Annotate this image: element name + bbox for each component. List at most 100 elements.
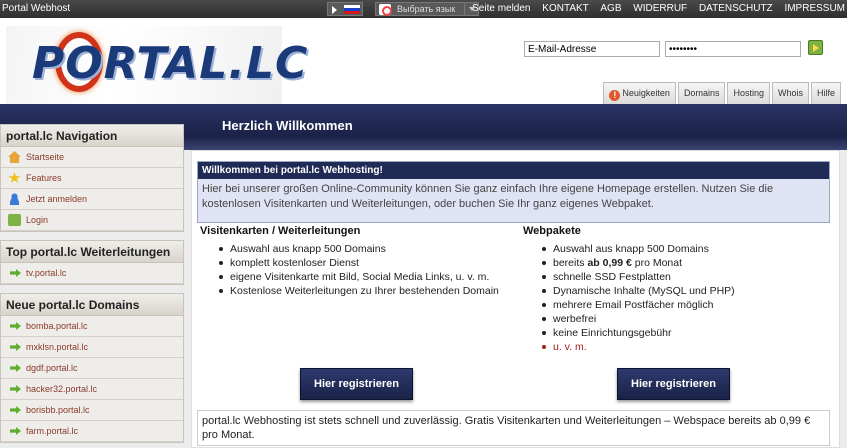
welcome-box-title: Willkommen bei portal.lc Webhosting!	[198, 162, 829, 179]
webpakete-heading: Webpakete	[523, 225, 581, 237]
arrow-right-icon	[10, 364, 21, 372]
webpakete-column: Webpakete Auswahl aus knapp 500 Domains …	[523, 225, 833, 354]
russian-flag-icon	[344, 5, 360, 14]
visitenkarten-column: Visitenkarten / Weiterleitungen Auswahl …	[200, 225, 520, 298]
sidebar: portal.lc Navigation Startseite Features…	[0, 124, 184, 448]
link-seite-melden[interactable]: Seite melden	[472, 3, 530, 14]
welcome-box-text: Hier bei unserer großen Online-Community…	[202, 183, 774, 210]
arrow-right-icon	[10, 322, 21, 330]
list-item-text: Auswahl aus knapp 500 Domains	[553, 243, 709, 255]
sidebar-item-label: Login	[26, 215, 49, 225]
tab-neuigkeiten[interactable]: ! Neuigkeiten	[603, 82, 676, 104]
info-footer-box: portal.lc Webhosting ist stets schnell u…	[197, 410, 830, 446]
forwardings-box: Top portal.lc Weiterleitungen tv.portal.…	[0, 240, 184, 285]
domains-box: Neue portal.lc Domains bomba.portal.lc m…	[0, 293, 184, 443]
list-item: Dynamische Inhalte (MySQL und PHP)	[523, 284, 833, 298]
domain-label: dgdf.portal.lc	[26, 363, 78, 373]
domain-label: farm.portal.lc	[26, 426, 79, 436]
header: PORTAL.LC !Neuigkeiten Domains Hosting W…	[0, 18, 847, 106]
tab-whois[interactable]: Whois	[771, 82, 809, 104]
arrow-right-icon	[10, 269, 21, 277]
list-item-text: werbefrei	[553, 313, 597, 325]
visitenkarten-heading: Visitenkarten / Weiterleitungen	[200, 225, 361, 237]
welcome-box: Willkommen bei portal.lc Webhosting! Hie…	[197, 161, 830, 223]
language-select-label: Выбрать язык	[397, 4, 456, 14]
forwarding-label: tv.portal.lc	[26, 268, 67, 278]
google-translate-icon	[379, 4, 392, 16]
list-item: mehrere Email Postfächer möglich	[523, 298, 833, 312]
domains-box-title: Neue portal.lc Domains	[1, 294, 183, 316]
play-icon	[332, 6, 337, 14]
domain-label: hacker32.portal.lc	[26, 384, 98, 394]
password-field[interactable]	[665, 41, 801, 57]
register-webpaket-button[interactable]: Hier registrieren	[617, 368, 730, 400]
arrow-right-icon	[10, 427, 21, 435]
arrow-right-icon	[10, 385, 21, 393]
list-item: Auswahl aus knapp 500 Domains	[523, 242, 833, 256]
main-tabs: ! Neuigkeiten Domains Hosting Whois Hilfe	[603, 82, 841, 104]
register-visitenkarte-button[interactable]: Hier registrieren	[300, 368, 413, 400]
domain-link[interactable]: dgdf.portal.lc	[1, 358, 183, 379]
login-icon	[8, 214, 21, 226]
arrow-right-icon	[10, 406, 21, 414]
list-item: eigene Visitenkarte mit Bild, Social Med…	[200, 270, 520, 284]
nav-box-title: portal.lc Navigation	[1, 125, 183, 147]
site-logo[interactable]: PORTAL.LC	[6, 26, 307, 106]
domain-link[interactable]: hacker32.portal.lc	[1, 379, 183, 400]
banner-title: Herzlich Willkommen	[222, 118, 353, 133]
forwarding-link[interactable]: tv.portal.lc	[1, 263, 183, 284]
list-item: werbefrei	[523, 312, 833, 326]
list-item-text: schnelle SSD Festplatten	[553, 271, 671, 283]
sidebar-item-jetzt-anmelden[interactable]: Jetzt anmelden	[1, 189, 183, 210]
user-icon	[8, 193, 21, 205]
alert-icon: !	[609, 90, 621, 101]
sidebar-item-startseite[interactable]: Startseite	[1, 147, 183, 168]
link-impressum[interactable]: IMPRESSUM	[784, 3, 845, 14]
list-item: keine Einrichtungsgebühr	[523, 326, 833, 340]
list-item-text: mehrere Email Postfächer möglich	[553, 299, 714, 311]
list-item: schnelle SSD Festplatten	[523, 270, 833, 284]
sidebar-item-label: Jetzt anmelden	[26, 194, 88, 204]
star-icon	[8, 172, 21, 183]
list-item: Kostenlose Weiterleitungen zu Ihrer best…	[200, 284, 520, 298]
webpakete-list: Auswahl aus knapp 500 Domains bereits ab…	[523, 242, 833, 354]
tab-domains[interactable]: Domains	[677, 82, 726, 104]
list-item-text: u. v. m.	[553, 341, 587, 353]
top-bar: Portal Webhost Выбрать язык Seite melden…	[0, 0, 847, 18]
domain-link[interactable]: bomba.portal.lc	[1, 316, 183, 337]
brand-name: Portal Webhost	[2, 3, 71, 14]
domain-label: mxklsn.portal.lc	[26, 342, 89, 352]
link-widerruf[interactable]: WIDERRUF	[633, 3, 687, 14]
top-links: Seite melden KONTAKT AGB WIDERRUF DATENS…	[463, 3, 845, 14]
nav-box: portal.lc Navigation Startseite Features…	[0, 124, 184, 232]
link-datenschutz[interactable]: DATENSCHUTZ	[699, 3, 773, 14]
sidebar-item-label: Features	[26, 173, 62, 183]
tab-hosting[interactable]: Hosting	[727, 82, 770, 104]
tab-hilfe[interactable]: Hilfe	[810, 82, 841, 104]
list-item: Auswahl aus knapp 500 Domains	[200, 242, 520, 256]
language-flag-button[interactable]	[327, 2, 363, 16]
list-item-text: keine Einrichtungsgebühr	[553, 327, 672, 339]
list-item-more: u. v. m.	[523, 340, 833, 354]
email-field[interactable]	[524, 41, 660, 57]
domain-link[interactable]: borisbb.portal.lc	[1, 400, 183, 421]
link-agb[interactable]: AGB	[600, 3, 621, 14]
list-item-text: bereits	[553, 257, 588, 269]
domain-link[interactable]: mxklsn.portal.lc	[1, 337, 183, 358]
forwardings-box-title: Top portal.lc Weiterleitungen	[1, 241, 183, 263]
domain-label: bomba.portal.lc	[26, 321, 88, 331]
login-submit-button[interactable]	[808, 40, 823, 55]
link-kontakt[interactable]: KONTAKT	[542, 3, 588, 14]
list-item-text: Dynamische Inhalte (MySQL und PHP)	[553, 285, 735, 297]
logo-text: PORTAL.LC	[32, 38, 309, 89]
sidebar-item-login[interactable]: Login	[1, 210, 183, 231]
main-content: Willkommen bei portal.lc Webhosting! Hie…	[191, 150, 840, 448]
price-highlight: ab 0,99 €	[587, 257, 632, 269]
domain-link[interactable]: farm.portal.lc	[1, 421, 183, 442]
home-icon	[8, 151, 21, 163]
visitenkarten-list: Auswahl aus knapp 500 Domains komplett k…	[200, 242, 520, 298]
list-item: komplett kostenloser Dienst	[200, 256, 520, 270]
list-item: bereits ab 0,99 € pro Monat	[523, 256, 833, 270]
sidebar-item-features[interactable]: Features	[1, 168, 183, 189]
tab-label: Neuigkeiten	[622, 88, 670, 98]
